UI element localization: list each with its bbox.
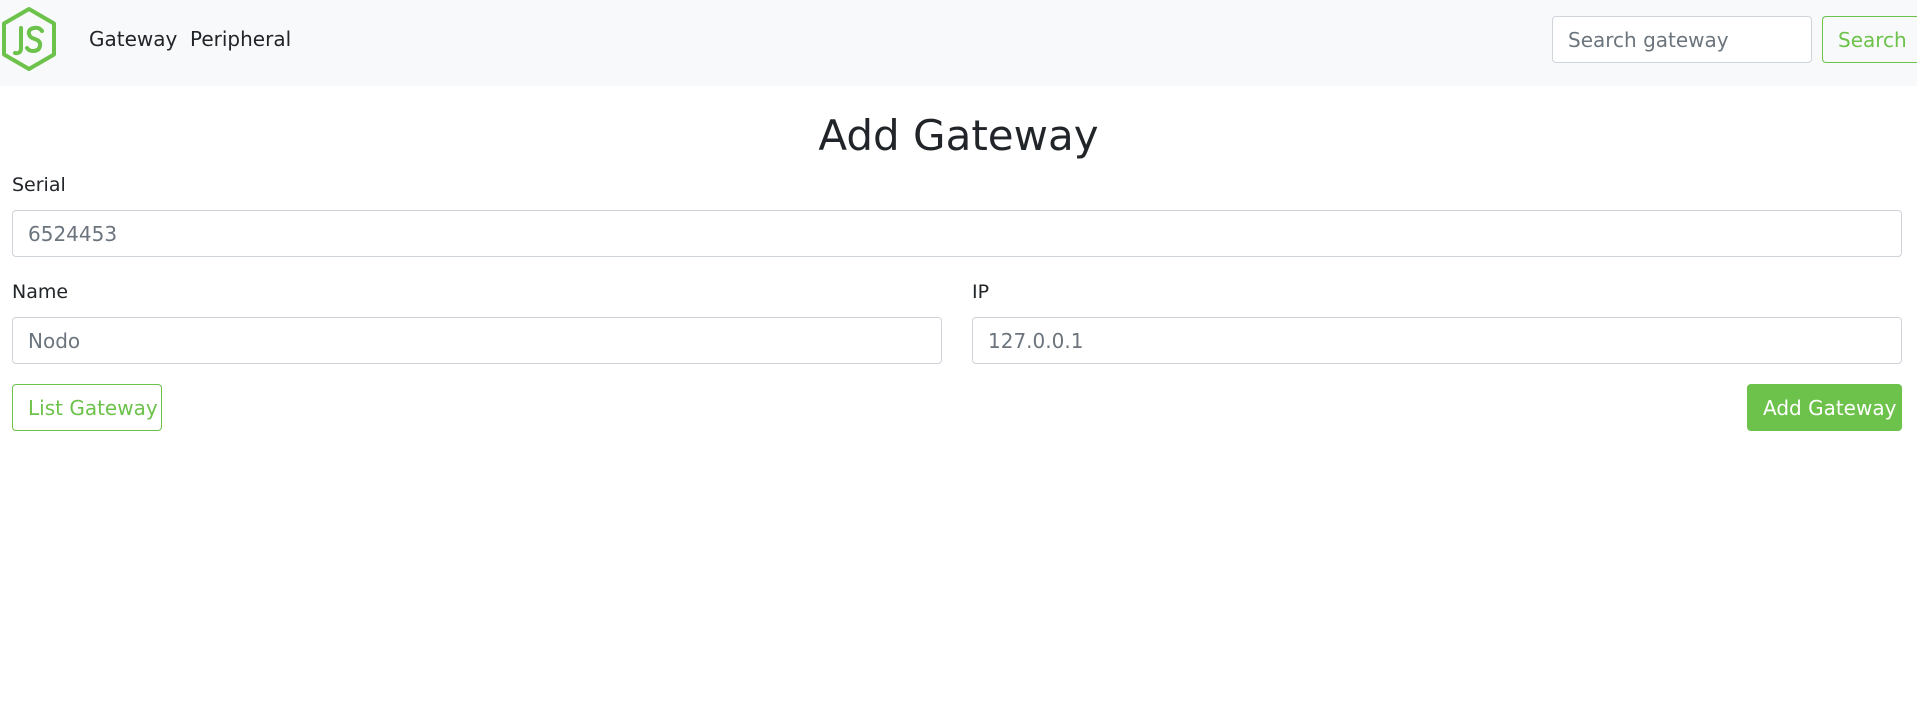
serial-field[interactable]	[12, 210, 1902, 257]
nav-link-peripheral[interactable]: Peripheral	[190, 26, 291, 52]
nodejs-logo-icon[interactable]	[0, 6, 58, 72]
page-title: Add Gateway	[818, 111, 1099, 160]
top-navbar: Gateway Peripheral Search	[0, 0, 1917, 86]
add-gateway-button[interactable]: Add Gateway	[1747, 384, 1902, 431]
search-input[interactable]	[1552, 16, 1812, 63]
ip-field[interactable]	[972, 317, 1902, 364]
list-gateway-button[interactable]: List Gateway	[12, 384, 162, 431]
name-field[interactable]	[12, 317, 942, 364]
ip-label: IP	[972, 281, 990, 303]
serial-label: Serial	[12, 174, 66, 196]
nav-link-gateway[interactable]: Gateway	[89, 26, 177, 52]
search-button[interactable]: Search	[1822, 16, 1917, 63]
name-label: Name	[12, 281, 69, 303]
